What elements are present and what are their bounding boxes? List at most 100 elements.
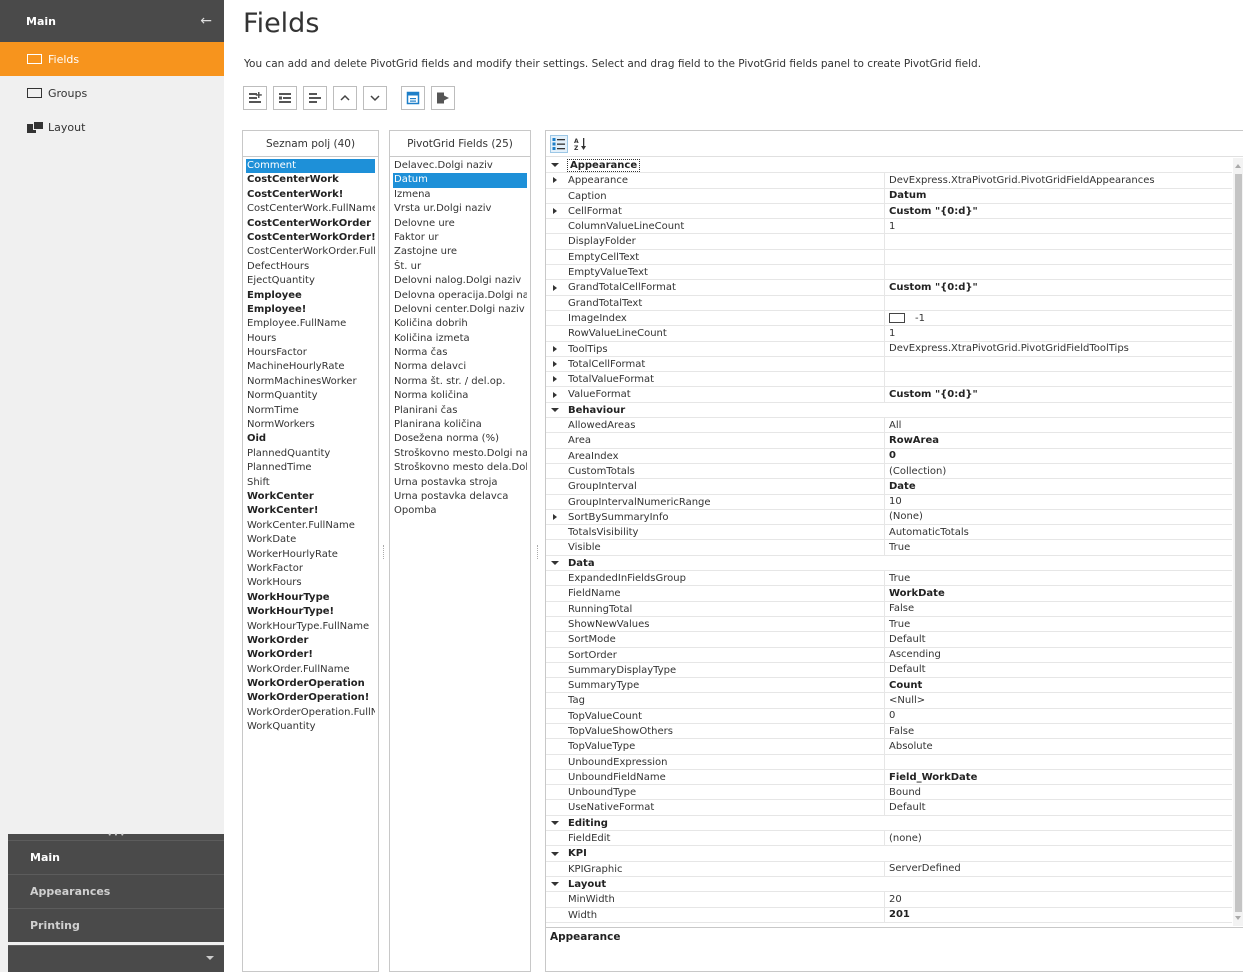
pivotgrid-field-item[interactable]: Datum (393, 173, 527, 188)
pivotgrid-field-item[interactable]: Delovni center.Dolgi naziv (393, 303, 527, 317)
field-list-item[interactable]: Employee (246, 289, 375, 303)
field-list-item[interactable]: CostCenterWork (246, 173, 375, 187)
collapse-arrow-icon[interactable]: ← (200, 13, 212, 29)
field-list-item[interactable]: WorkCenter! (246, 504, 375, 518)
field-list-item[interactable]: NormQuantity (246, 389, 375, 403)
property-row[interactable]: CustomTotals (Collection) (546, 463, 1232, 480)
property-expander[interactable] (546, 204, 564, 218)
category-toggle[interactable] (546, 846, 564, 860)
property-expander[interactable] (546, 342, 564, 356)
field-list-item[interactable]: CostCenterWork! (246, 188, 375, 202)
property-value[interactable] (885, 234, 1232, 248)
property-row[interactable]: TotalsVisibility AutomaticTotals (546, 525, 1232, 541)
property-value[interactable] (885, 265, 1232, 279)
field-list-item[interactable]: HoursFactor (246, 346, 375, 360)
property-expander[interactable] (546, 372, 564, 386)
property-value[interactable]: (Collection) (885, 464, 1232, 478)
property-value[interactable]: Absolute (885, 739, 1232, 753)
field-list-item[interactable]: CostCenterWorkOrder (246, 217, 375, 231)
field-list-item[interactable]: WorkHourType.FullName (246, 620, 375, 634)
property-value[interactable] (885, 357, 1232, 371)
pivotgrid-field-item[interactable]: Urna postavka delavca (393, 490, 527, 504)
property-row[interactable]: SummaryType Count (546, 678, 1232, 694)
property-value[interactable] (885, 296, 1232, 310)
pivotgrid-field-item[interactable]: Vrsta ur.Dolgi naziv (393, 202, 527, 216)
sidebar-group-printing[interactable]: Printing (8, 908, 224, 942)
field-list-item[interactable]: WorkCenter.FullName (246, 519, 375, 533)
field-list-item[interactable]: Employee.FullName (246, 317, 375, 331)
property-row[interactable]: TopValueType Absolute (546, 739, 1232, 755)
property-value[interactable]: 0 (885, 709, 1232, 723)
property-row[interactable]: SortBySummaryInfo (None) (546, 509, 1232, 526)
pivotgrid-field-item[interactable]: Planirani čas (393, 404, 527, 418)
pivotgrid-field-item[interactable]: Delovni nalog.Dolgi naziv (393, 274, 527, 288)
pivotgrid-field-item[interactable]: Faktor ur (393, 231, 527, 245)
property-expander[interactable] (546, 387, 564, 401)
property-row[interactable]: UnboundFieldName Field_WorkDate (546, 769, 1232, 786)
property-value[interactable] (885, 755, 1232, 769)
field-list-item[interactable]: WorkDate (246, 533, 375, 547)
property-row[interactable]: UnboundExpression (546, 754, 1232, 770)
property-row[interactable]: Caption Datum (546, 188, 1232, 204)
property-row[interactable]: CellFormat Custom "{0:d}" (546, 203, 1232, 220)
property-value[interactable]: All (885, 418, 1232, 432)
pivotgrid-field-item[interactable]: Urna postavka stroja (393, 476, 527, 490)
property-row[interactable]: ColumnValueLineCount 1 (546, 219, 1232, 235)
property-value[interactable]: 1 (885, 219, 1232, 233)
pivotgrid-field-item[interactable]: Norma št. str. / del.op. (393, 375, 527, 389)
property-value[interactable]: 201 (885, 908, 1232, 922)
move-up-button[interactable] (333, 86, 357, 110)
field-list-item[interactable]: PlannedQuantity (246, 447, 375, 461)
property-value[interactable]: Bound (885, 785, 1232, 799)
property-value[interactable]: WorkDate (885, 586, 1232, 600)
property-expander[interactable] (546, 357, 564, 371)
pivotgrid-field-item[interactable]: Količina dobrih (393, 317, 527, 331)
property-row[interactable]: FieldName WorkDate (546, 586, 1232, 602)
property-row[interactable]: GroupIntervalNumericRange 10 (546, 494, 1232, 510)
sidebar-group-main[interactable]: Main (8, 840, 224, 874)
property-expander[interactable] (546, 173, 564, 187)
sidebar-item-layout[interactable]: Layout (0, 110, 224, 144)
field-list-item[interactable]: CostCenterWorkOrder.FullNa (246, 245, 375, 259)
property-row[interactable]: SummaryDisplayType Default (546, 662, 1232, 679)
property-value[interactable]: Count (885, 678, 1232, 692)
field-list-item[interactable]: Employee! (246, 303, 375, 317)
retrieve-fields-button[interactable] (431, 86, 455, 110)
property-value[interactable]: Datum (885, 189, 1232, 203)
pivotgrid-field-item[interactable]: Št. ur (393, 260, 527, 274)
property-row[interactable]: ToolTips DevExpress.XtraPivotGrid.PivotGr… (546, 341, 1232, 357)
field-list-item[interactable]: WorkOrderOperation.FullNam (246, 706, 375, 720)
property-row[interactable]: GroupInterval Date (546, 479, 1232, 495)
field-list-item[interactable]: PlannedTime (246, 461, 375, 475)
field-list-item[interactable]: CostCenterWorkOrder! (246, 231, 375, 245)
property-category-row[interactable]: Layout (546, 877, 1232, 893)
property-row[interactable]: SortMode Default (546, 632, 1232, 648)
property-value[interactable]: True (885, 540, 1232, 554)
field-list-item[interactable]: Hours (246, 332, 375, 346)
field-list-item[interactable]: WorkOrder! (246, 648, 375, 662)
pivotgrid-field-item[interactable]: Izmena (393, 188, 527, 202)
property-value[interactable]: DevExpress.XtraPivotGrid.PivotGridFieldA… (885, 173, 1232, 187)
property-row[interactable]: SortOrder Ascending (546, 647, 1232, 663)
property-row[interactable]: Visible True (546, 540, 1232, 556)
category-toggle[interactable] (546, 556, 564, 570)
field-list-item[interactable]: Shift (246, 476, 375, 490)
panel-splitter[interactable] (537, 545, 539, 559)
pivotgrid-field-item[interactable]: Zastojne ure (393, 245, 527, 259)
property-row[interactable]: ValueFormat Custom "{0:d}" (546, 387, 1232, 403)
property-expander[interactable] (546, 280, 564, 294)
property-row[interactable]: GrandTotalCellFormat Custom "{0:d}" (546, 280, 1232, 296)
pivotgrid-field-item[interactable]: Stroškovno mesto dela.Dolgi na (393, 461, 527, 475)
property-value[interactable]: ServerDefined (885, 862, 1232, 876)
property-category-row[interactable]: Appearance (546, 158, 1232, 174)
property-row[interactable]: GrandTotalText (546, 295, 1232, 311)
scroll-down-icon[interactable] (1235, 916, 1241, 920)
property-value[interactable]: True (885, 617, 1232, 631)
property-value[interactable]: Default (885, 632, 1232, 646)
property-value[interactable]: DevExpress.XtraPivotGrid.PivotGridFieldT… (885, 342, 1232, 356)
property-value[interactable] (885, 250, 1232, 264)
field-list-item[interactable]: WorkOrder (246, 634, 375, 648)
property-row[interactable]: RunningTotal False (546, 601, 1232, 617)
field-list-item[interactable]: NormWorkers (246, 418, 375, 432)
property-category-row[interactable]: Editing (546, 816, 1232, 832)
